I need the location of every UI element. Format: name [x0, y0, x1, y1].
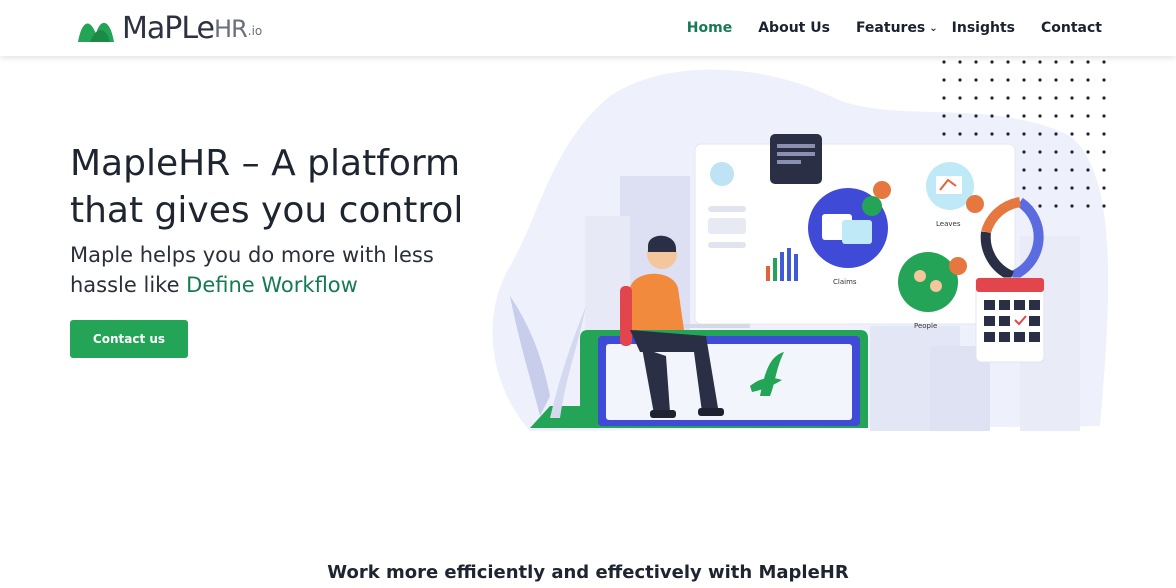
nav-insights[interactable]: Insights: [952, 20, 1015, 36]
hero-title: MapleHR – A platform that gives you cont…: [70, 143, 464, 231]
chevron-down-icon: ⌄: [929, 22, 938, 34]
main-nav: Home About Us Features ⌄ Insights Contact: [661, 0, 1102, 56]
section-heading: Work more efficiently and effectively wi…: [327, 562, 849, 583]
nav-features-label: Features: [855, 20, 926, 36]
nav-about-us[interactable]: About Us: [758, 20, 830, 36]
document-card: [770, 134, 822, 184]
nav-home[interactable]: Home: [687, 20, 732, 36]
hero-illustration: Claims Leaves People: [492, 60, 1109, 432]
hero-subtitle-accent: Define Workflow: [186, 273, 358, 297]
nav-insights-label: Insights: [951, 20, 1015, 36]
laptop: [680, 324, 750, 328]
top-navbar: MaPLe HR .io Home About Us Features ⌄ Ins…: [0, 0, 1176, 56]
nav-contact-label: Contact: [1041, 20, 1102, 36]
nav-about-label: About Us: [758, 20, 830, 36]
people-label: People: [914, 322, 937, 330]
nav-contact[interactable]: Contact: [1041, 20, 1102, 36]
hero-subtitle: Maple helps you do more with less hassle…: [70, 240, 500, 300]
maple-logo-icon: [78, 22, 114, 42]
contact-us-button[interactable]: Contact us: [70, 320, 188, 358]
nav-features[interactable]: Features ⌄: [856, 20, 938, 36]
maplehr-logo[interactable]: MaPLe HR .io: [76, 6, 262, 46]
leaves-label: Leaves: [936, 220, 961, 228]
logo-hr: HR: [214, 15, 248, 43]
logo-suffix: .io: [247, 24, 263, 38]
people-icon: [898, 252, 958, 312]
logo-name: MaPLe: [122, 11, 215, 46]
claims-label: Claims: [833, 278, 857, 286]
nav-home-label: Home: [686, 20, 733, 36]
